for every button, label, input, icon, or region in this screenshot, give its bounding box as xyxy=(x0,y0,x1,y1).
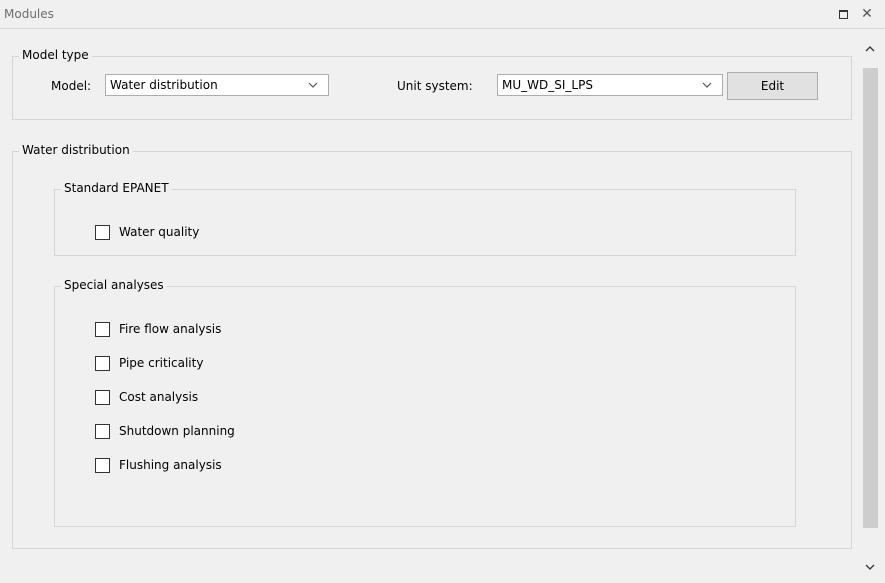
chevron-down-icon[interactable] xyxy=(858,558,882,576)
chevron-down-icon xyxy=(702,77,712,93)
unit-system-select[interactable]: MU_WD_SI_LPS xyxy=(497,74,723,96)
window-title: Modules xyxy=(4,7,54,21)
checkbox-box[interactable] xyxy=(95,390,110,405)
title-bar: Modules ✕ xyxy=(0,0,885,29)
chevron-down-icon xyxy=(308,77,318,93)
model-type-legend: Model type xyxy=(19,48,92,62)
checkbox-label: Flushing analysis xyxy=(119,458,222,472)
checkbox-box[interactable] xyxy=(95,322,110,337)
water-distribution-legend: Water distribution xyxy=(19,143,133,157)
scrollbar-thumb[interactable] xyxy=(863,68,878,528)
unit-system-value: MU_WD_SI_LPS xyxy=(502,78,593,92)
vertical-scrollbar[interactable] xyxy=(858,38,882,578)
special-analyses-group: Special analyses Fire flow analysis Pipe… xyxy=(54,278,796,527)
checkbox-label: Cost analysis xyxy=(119,390,199,404)
checkbox-box[interactable] xyxy=(95,424,110,439)
special-analyses-legend: Special analyses xyxy=(61,278,167,292)
checkbox-box[interactable] xyxy=(95,356,110,371)
water-distribution-group: Water distribution Standard EPANET Water… xyxy=(12,143,852,549)
model-label: Model: xyxy=(51,79,92,93)
checkbox-label: Fire flow analysis xyxy=(119,322,222,336)
checkbox-label: Pipe criticality xyxy=(119,356,204,370)
model-select[interactable]: Water distribution xyxy=(105,74,329,96)
modules-panel: Model type Model: Water distribution Uni… xyxy=(8,38,856,578)
checkbox-box[interactable] xyxy=(95,225,110,240)
standard-epanet-group: Standard EPANET Water quality xyxy=(54,181,796,256)
close-icon[interactable]: ✕ xyxy=(860,7,874,21)
standard-epanet-legend: Standard EPANET xyxy=(61,181,172,195)
checkbox-label: Shutdown planning xyxy=(119,424,235,438)
model-select-value: Water distribution xyxy=(110,78,218,92)
edit-button[interactable]: Edit xyxy=(727,72,818,100)
unit-system-label: Unit system: xyxy=(397,79,473,93)
chevron-up-icon[interactable] xyxy=(858,40,882,58)
checkbox-box[interactable] xyxy=(95,458,110,473)
checkbox-label: Water quality xyxy=(119,225,200,239)
model-type-group: Model type Model: Water distribution Uni… xyxy=(12,48,852,120)
restore-icon[interactable] xyxy=(836,7,850,21)
